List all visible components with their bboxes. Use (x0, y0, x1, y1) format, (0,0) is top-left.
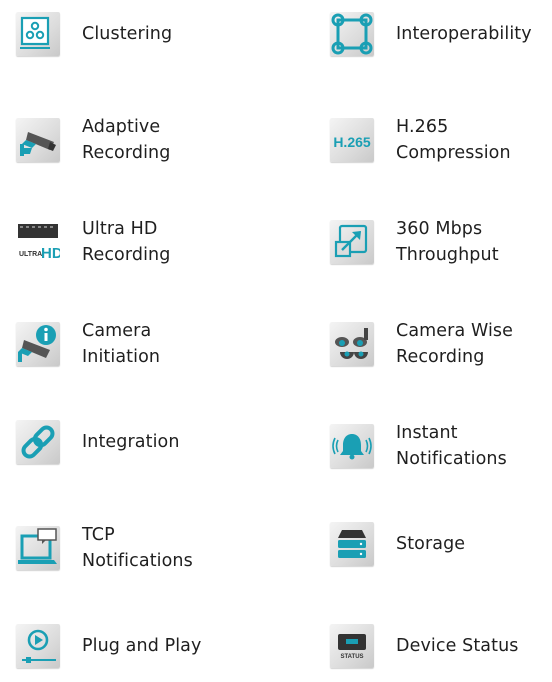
svg-text:STATUS: STATUS (340, 654, 363, 660)
laptop-message-icon (16, 526, 60, 570)
camera-info-icon (16, 322, 60, 366)
cctv-camera-icon (16, 118, 60, 162)
bell-icon (330, 424, 374, 468)
feature-adaptive-recording: Adaptive Recording (16, 114, 170, 166)
feature-label-h265-compression: H.265 Compression (396, 117, 511, 163)
ultra-hd-icon: ULTRA HD (16, 220, 60, 264)
svg-text:HD: HD (41, 245, 60, 262)
feature-label-360-mbps-throughput: 360 Mbps Throughput (396, 219, 499, 265)
feature-360-mbps-throughput: 360 Mbps Throughput (330, 216, 499, 268)
feature-interoperability: Interoperability (330, 12, 532, 56)
multi-camera-icon (330, 322, 374, 366)
feature-h265-compression: H.265 H.265 Compression (330, 114, 511, 166)
feature-plug-and-play: Plug and Play (16, 624, 201, 668)
feature-label-tcp-notifications: TCP Notifications (82, 525, 193, 571)
feature-camera-initiation: Camera Initiation (16, 318, 160, 370)
feature-label-camera-wise-recording: Camera Wise Recording (396, 321, 514, 367)
feature-label-integration: Integration (82, 432, 180, 452)
h265-icon: H.265 (330, 118, 374, 162)
storage-stack-icon (330, 522, 374, 566)
feature-camera-wise-recording: Camera Wise Recording (330, 318, 513, 370)
feature-label-instant-notifications: Instant Notifications (396, 423, 507, 469)
feature-label-plug-and-play: Plug and Play (82, 636, 202, 656)
feature-clustering: Clustering (16, 12, 172, 56)
feature-integration: Integration (16, 420, 180, 464)
feature-ultra-hd-recording: ULTRA HD Ultra HD Recording (16, 216, 170, 268)
feature-label-storage: Storage (396, 534, 466, 554)
feature-instant-notifications: Instant Notifications (330, 420, 507, 472)
link-icon (16, 420, 60, 464)
device-status-icon: STATUS (330, 624, 374, 668)
interoperability-icon (330, 12, 374, 56)
feature-tcp-notifications: TCP Notifications (16, 522, 193, 574)
svg-text:H.265: H.265 (333, 134, 371, 150)
feature-storage: Storage (330, 522, 465, 566)
throughput-arrow-icon (330, 220, 374, 264)
feature-label-clustering: Clustering (82, 24, 173, 44)
feature-device-status: STATUS Device Status (330, 624, 518, 668)
feature-label-camera-initiation: Camera Initiation (82, 321, 161, 367)
feature-label-ultra-hd-recording: Ultra HD Recording (82, 219, 171, 265)
play-slider-icon (16, 624, 60, 668)
feature-label-adaptive-recording: Adaptive Recording (82, 117, 171, 163)
feature-label-device-status: Device Status (396, 636, 519, 656)
clustering-icon (16, 12, 60, 56)
svg-text:ULTRA: ULTRA (19, 251, 42, 258)
feature-label-interoperability: Interoperability (396, 24, 532, 44)
